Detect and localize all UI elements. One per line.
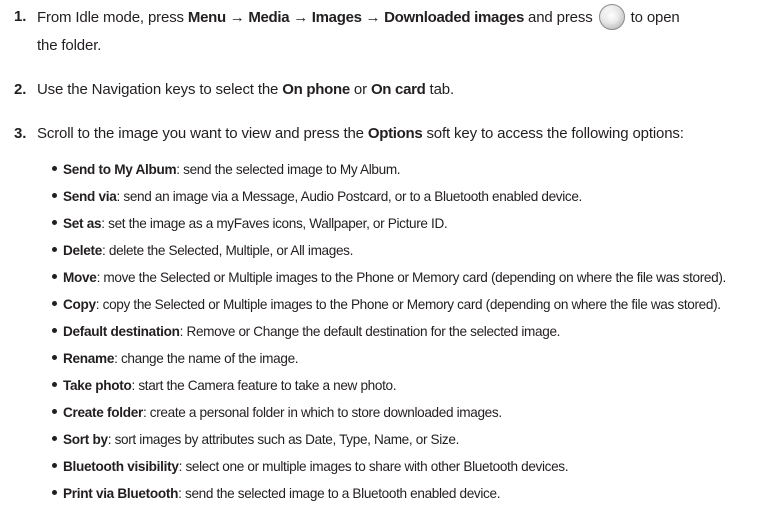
step-text-run: tab. bbox=[425, 81, 455, 98]
bullet-icon bbox=[52, 247, 57, 252]
option-item: Move: move the Selected or Multiple imag… bbox=[52, 268, 726, 288]
bullet-icon bbox=[52, 301, 57, 306]
option-name: Rename bbox=[63, 351, 115, 366]
step-number: 3. bbox=[14, 125, 27, 142]
option-name: Send to My Album bbox=[63, 162, 177, 177]
option-name: Bluetooth visibility bbox=[63, 459, 179, 474]
tab-on-phone-label: On phone bbox=[282, 81, 350, 98]
bullet-icon bbox=[52, 274, 57, 279]
menu-path: Menu → Media → Images → Downloaded image… bbox=[187, 9, 525, 26]
option-desc: : set the image as a myFaves icons, Wall… bbox=[101, 216, 448, 231]
option-name: Set as bbox=[63, 216, 102, 231]
option-desc: : change the name of the image. bbox=[114, 351, 299, 366]
option-item: Default destination: Remove or Change th… bbox=[52, 322, 560, 342]
option-name: Take photo bbox=[63, 378, 132, 393]
step-text-run: From Idle mode, press bbox=[37, 9, 188, 26]
step-text: Scroll to the image you want to view and… bbox=[37, 121, 777, 147]
option-item: Sort by: sort images by attributes such … bbox=[52, 430, 459, 450]
bullet-icon bbox=[52, 382, 57, 387]
step-text-run: and press bbox=[524, 9, 597, 26]
option-name: Copy bbox=[63, 297, 96, 312]
tab-on-card-label: On card bbox=[370, 81, 426, 98]
bullet-icon bbox=[52, 409, 57, 414]
step-text-run: Use the Navigation keys to select the bbox=[37, 81, 283, 98]
option-desc: : Remove or Change the default destinati… bbox=[179, 324, 561, 339]
option-name: Sort by bbox=[63, 432, 108, 447]
option-item: Create folder: create a personal folder … bbox=[52, 403, 502, 423]
option-name: Default destination bbox=[63, 324, 180, 339]
bullet-icon bbox=[52, 328, 57, 333]
step-text-run: to open bbox=[626, 9, 680, 26]
step-text-run: Scroll to the image you want to view and… bbox=[37, 125, 368, 142]
option-desc: : delete the Selected, Multiple, or All … bbox=[102, 243, 354, 258]
option-item: Send to My Album: send the selected imag… bbox=[52, 160, 401, 180]
option-name: Delete bbox=[63, 243, 103, 258]
option-desc: : send the selected image to My Album. bbox=[176, 162, 401, 177]
bullet-icon bbox=[52, 166, 57, 171]
option-item: Bluetooth visibility: select one or mult… bbox=[52, 457, 569, 477]
options-softkey-label: Options bbox=[367, 125, 423, 142]
option-item: Send via: send an image via a Message, A… bbox=[52, 187, 582, 207]
step-number: 1. bbox=[14, 8, 27, 25]
option-desc: : start the Camera feature to take a new… bbox=[131, 378, 397, 393]
bullet-icon bbox=[52, 436, 57, 441]
option-item: Print via Bluetooth: send the selected i… bbox=[52, 484, 500, 504]
step-number: 2. bbox=[14, 81, 27, 98]
ok-center-key-icon bbox=[598, 4, 625, 30]
option-desc: : copy the Selected or Multiple images t… bbox=[95, 297, 721, 312]
option-name: Create folder bbox=[63, 405, 143, 420]
option-item: Set as: set the image as a myFaves icons… bbox=[52, 214, 448, 234]
option-desc: : send the selected image to a Bluetooth… bbox=[178, 486, 501, 501]
bullet-icon bbox=[52, 193, 57, 198]
manual-page: 1. From Idle mode, press Menu → Media → … bbox=[0, 0, 780, 519]
option-name: Send via bbox=[63, 189, 117, 204]
step-text-run: or bbox=[349, 81, 371, 98]
option-desc: : create a personal folder in which to s… bbox=[142, 405, 502, 420]
option-item: Delete: delete the Selected, Multiple, o… bbox=[52, 241, 353, 261]
step-text: the folder. bbox=[37, 37, 102, 54]
option-desc: : sort images by attributes such as Date… bbox=[107, 432, 460, 447]
option-desc: : send an image via a Message, Audio Pos… bbox=[116, 189, 583, 204]
bullet-icon bbox=[52, 220, 57, 225]
step-text-run: soft key to access the following options… bbox=[422, 125, 684, 142]
bullet-icon bbox=[52, 355, 57, 360]
option-name: Print via Bluetooth bbox=[63, 486, 179, 501]
step-text: From Idle mode, press Menu → Media → Ima… bbox=[37, 4, 777, 31]
option-item: Rename: change the name of the image. bbox=[52, 349, 299, 369]
option-item: Take photo: start the Camera feature to … bbox=[52, 376, 397, 396]
option-name: Move bbox=[63, 270, 97, 285]
option-desc: : select one or multiple images to share… bbox=[178, 459, 569, 474]
bullet-icon bbox=[52, 463, 57, 468]
bullet-icon bbox=[52, 490, 57, 495]
step-text: Use the Navigation keys to select the On… bbox=[37, 77, 777, 103]
option-item: Copy: copy the Selected or Multiple imag… bbox=[52, 295, 721, 315]
option-desc: : move the Selected or Multiple images t… bbox=[96, 270, 727, 285]
